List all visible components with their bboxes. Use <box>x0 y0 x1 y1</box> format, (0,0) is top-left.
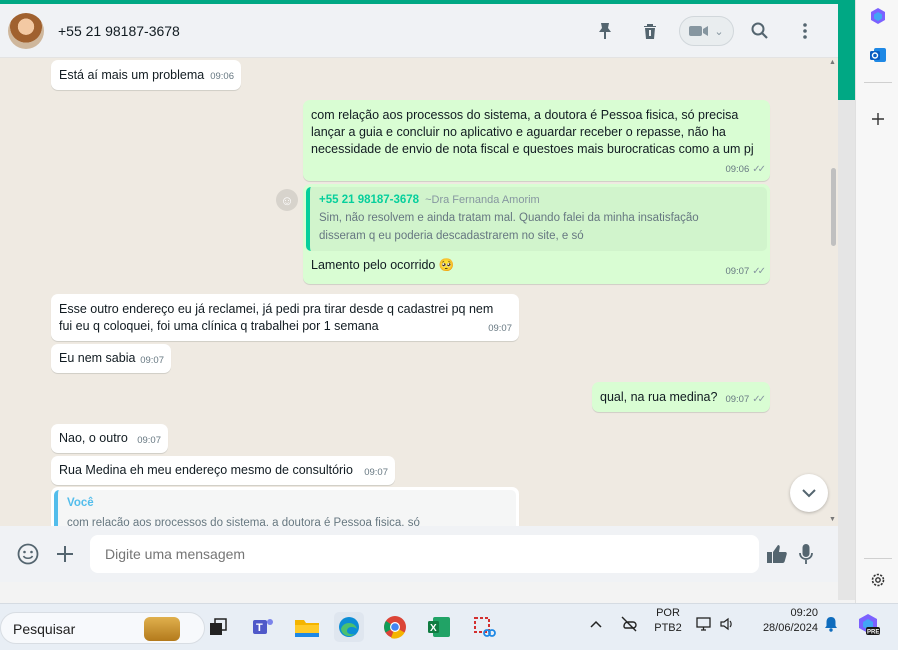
copilot-icon[interactable] <box>867 5 889 27</box>
scroll-down-icon[interactable]: ▼ <box>829 516 836 523</box>
search-label: Pesquisar <box>13 621 76 637</box>
chevron-down-icon: ⌄ <box>714 25 724 38</box>
whatsapp-window: +55 21 98187-3678 ⌄ Está aí mais um prob… <box>0 0 838 582</box>
keyboard-layout: PTB2 <box>654 622 682 634</box>
attach-plus-icon[interactable] <box>52 541 78 567</box>
message-incoming-reply[interactable]: Você com relação aos processos do sistem… <box>51 487 519 526</box>
quote-pushname: ~Dra Fernanda Amorim <box>425 194 540 206</box>
microphone-icon[interactable] <box>793 541 819 567</box>
message-text: Nao, o outro <box>59 431 128 445</box>
quoted-message[interactable]: +55 21 98187-3678 ~Dra Fernanda Amorim Si… <box>306 187 767 251</box>
chevron-down-icon <box>802 488 816 497</box>
svg-text:T: T <box>256 622 263 634</box>
task-view-icon[interactable] <box>203 612 233 642</box>
add-icon[interactable] <box>867 108 889 130</box>
clock-date: 28/06/2024 <box>762 622 818 634</box>
message-time: 09:07 <box>488 323 512 334</box>
message-time: 09:07 <box>725 394 750 405</box>
snipping-tool-icon[interactable] <box>469 612 499 642</box>
double-check-icon: ✓✓ <box>752 394 766 405</box>
message-incoming[interactable]: Rua Medina eh meu endereço mesmo de cons… <box>51 456 395 485</box>
sidebar-divider <box>864 558 892 559</box>
message-time: 09:06 <box>725 164 750 175</box>
chat-header: +55 21 98187-3678 ⌄ <box>0 0 838 58</box>
file-explorer-icon[interactable] <box>292 612 322 642</box>
clock-time: 09:20 <box>790 607 818 619</box>
video-call-icon <box>689 26 709 36</box>
menu-icon[interactable] <box>792 18 818 44</box>
background-strip <box>838 100 855 600</box>
message-time: 09:07 <box>140 355 164 366</box>
double-check-icon: ✓✓ <box>752 266 766 277</box>
message-incoming[interactable]: Eu nem sabia 09:07 <box>51 344 171 373</box>
message-text: Lamento pelo ocorrido 🥺 <box>311 258 455 272</box>
scroll-up-icon[interactable]: ▲ <box>829 59 836 66</box>
message-text: Rua Medina eh meu endereço mesmo de cons… <box>59 463 353 477</box>
message-text: Eu nem sabia <box>59 351 136 365</box>
preview-badge: PRE <box>867 630 879 636</box>
clock[interactable]: 09:20 28/06/2024 <box>748 606 818 636</box>
message-incoming[interactable]: Está aí mais um problema 09:06 <box>51 60 241 90</box>
quote-author: Você <box>67 497 94 509</box>
excel-icon[interactable]: X <box>424 612 454 642</box>
quote-author: +55 21 98187-3678 <box>319 194 420 206</box>
show-hidden-icons[interactable] <box>590 617 602 631</box>
quote-text: com relação aos processos do sistema, a … <box>67 517 420 526</box>
svg-text:X: X <box>430 623 437 634</box>
settings-gear-icon[interactable] <box>867 569 889 591</box>
message-text: Está aí mais um problema <box>59 68 205 82</box>
video-call-button[interactable]: ⌄ <box>679 16 734 46</box>
thumbs-up-icon[interactable] <box>764 541 790 567</box>
quoted-message[interactable]: Você com relação aos processos do sistem… <box>54 490 516 526</box>
composer <box>0 526 838 582</box>
message-text: qual, na rua medina? <box>600 390 718 404</box>
message-input[interactable] <box>90 535 759 573</box>
chrome-icon[interactable] <box>380 612 410 642</box>
message-outgoing[interactable]: qual, na rua medina? 09:07 ✓✓ <box>592 382 770 412</box>
message-outgoing-reply[interactable]: +55 21 98187-3678 ~Dra Fernanda Amorim Si… <box>303 184 770 284</box>
message-time: 09:07 <box>137 435 161 446</box>
windows-taskbar: Pesquisar T X POR PTB2 09:20 28/06/2024 … <box>0 603 898 650</box>
message-list: Está aí mais um problema 09:06 com relaç… <box>0 59 838 526</box>
message-text: Esse outro endereço eu já reclamei, já p… <box>59 302 494 333</box>
quote-text: Sim, não resolvem e ainda tratam mal. Qu… <box>319 212 699 242</box>
message-time: 09:07 <box>725 266 750 277</box>
edge-browser-icon[interactable] <box>334 612 364 642</box>
background-accent <box>838 0 855 100</box>
contact-avatar[interactable] <box>8 13 44 49</box>
copilot-taskbar-icon[interactable]: PRE <box>856 612 880 636</box>
language-code: POR <box>656 607 680 619</box>
message-incoming[interactable]: Esse outro endereço eu já reclamei, já p… <box>51 294 519 341</box>
emoji-reaction-button[interactable]: ☺ <box>276 189 298 211</box>
network-offline-icon[interactable] <box>620 616 638 635</box>
message-outgoing[interactable]: com relação aos processos do sistema, a … <box>303 100 770 181</box>
trash-icon[interactable] <box>637 18 663 44</box>
sidebar-divider <box>864 82 892 83</box>
briefcase-icon <box>144 617 180 641</box>
pin-icon[interactable] <box>592 18 618 44</box>
taskbar-search[interactable]: Pesquisar <box>0 612 205 644</box>
message-text: com relação aos processos do sistema, a … <box>311 108 754 156</box>
notification-bell-icon[interactable] <box>824 616 838 635</box>
emoji-icon[interactable] <box>15 541 41 567</box>
message-time: 09:06 <box>210 71 234 82</box>
scrollbar-thumb[interactable] <box>831 168 836 246</box>
volume-icon[interactable] <box>719 616 735 635</box>
message-time: 09:07 <box>364 467 388 478</box>
contact-name[interactable]: +55 21 98187-3678 <box>58 23 180 39</box>
scroll-to-bottom-button[interactable] <box>790 474 828 512</box>
message-incoming[interactable]: Nao, o outro 09:07 <box>51 424 168 453</box>
double-check-icon: ✓✓ <box>752 164 766 175</box>
screen: +55 21 98187-3678 ⌄ Está aí mais um prob… <box>0 0 898 650</box>
teams-icon[interactable]: T <box>248 612 278 642</box>
language-indicator[interactable]: POR PTB2 <box>654 606 682 636</box>
display-icon[interactable] <box>696 616 712 635</box>
search-icon[interactable] <box>747 18 773 44</box>
chat-scrollbar[interactable] <box>828 59 838 526</box>
edge-sidebar <box>855 0 898 603</box>
outlook-icon[interactable] <box>867 44 889 66</box>
